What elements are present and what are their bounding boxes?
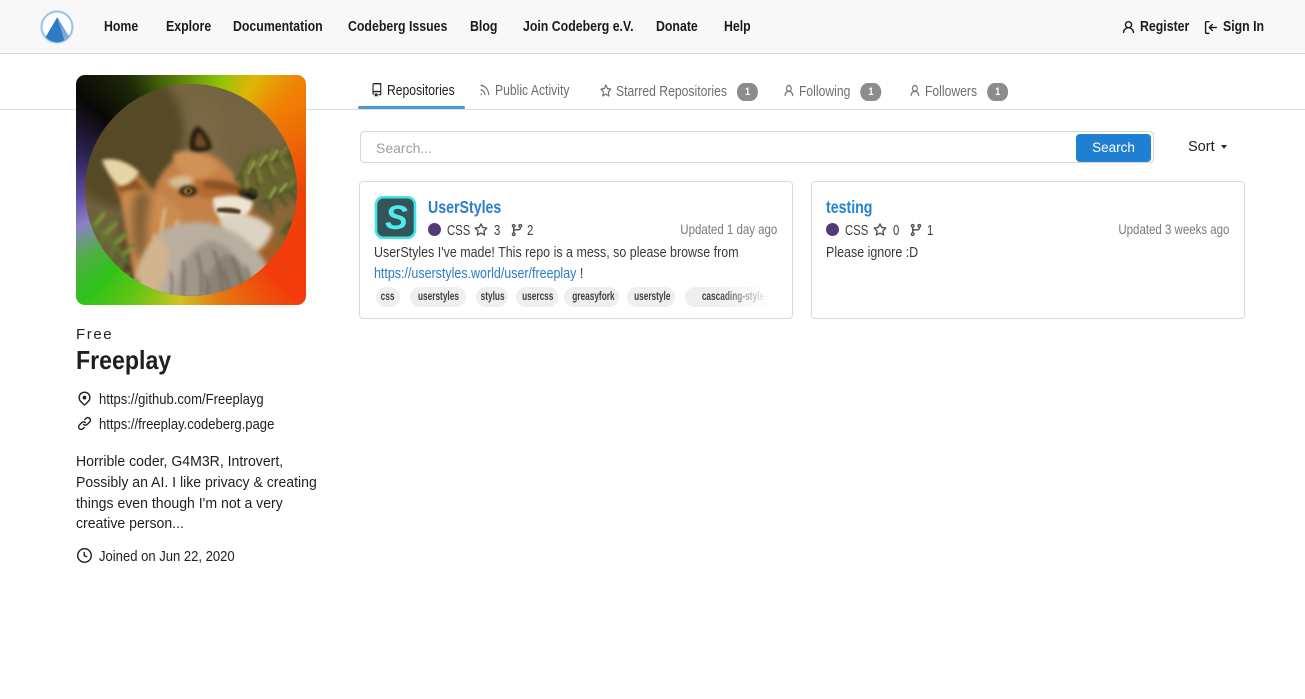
svg-text:S: S — [385, 199, 408, 237]
